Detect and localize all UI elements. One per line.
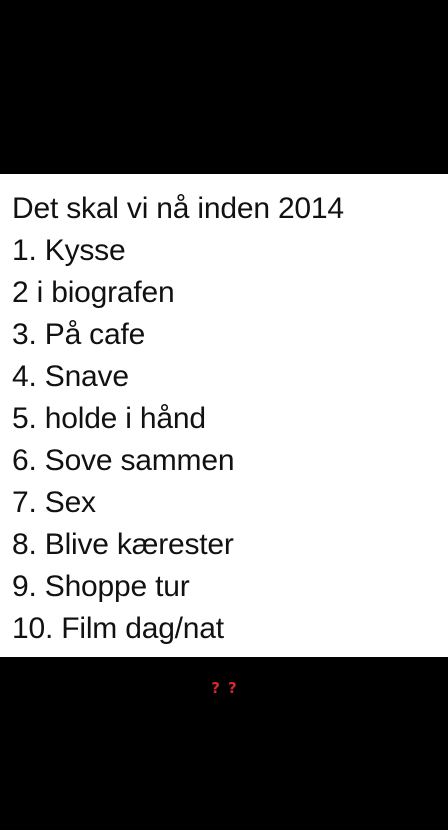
list-item: 2 i biografen <box>12 276 175 309</box>
list-item: 7. Sex <box>12 486 96 519</box>
note-title: Det skal vi nå inden 2014 <box>12 192 344 225</box>
list-item: 10. Film dag/nat <box>12 612 224 645</box>
question-marks: ?? <box>211 679 245 697</box>
list-item: 8. Blive kærester <box>12 528 234 561</box>
list-item: 4. Snave <box>12 360 129 393</box>
list-item: 6. Sove sammen <box>12 444 235 477</box>
list-item: 3. På cafe <box>12 318 146 351</box>
list-item: 5. holde i hånd <box>12 402 206 435</box>
note-list: 1. Kysse 2 i biografen 3. På cafe 4. Sna… <box>12 230 448 650</box>
note-panel: Det skal vi nå inden 2014 1. Kysse 2 i b… <box>0 174 448 657</box>
list-item: 9. Shoppe tur <box>12 570 190 603</box>
bottom-black-area: ?? <box>0 657 448 830</box>
list-item: 1. Kysse <box>12 234 126 267</box>
top-black-area <box>0 0 448 174</box>
